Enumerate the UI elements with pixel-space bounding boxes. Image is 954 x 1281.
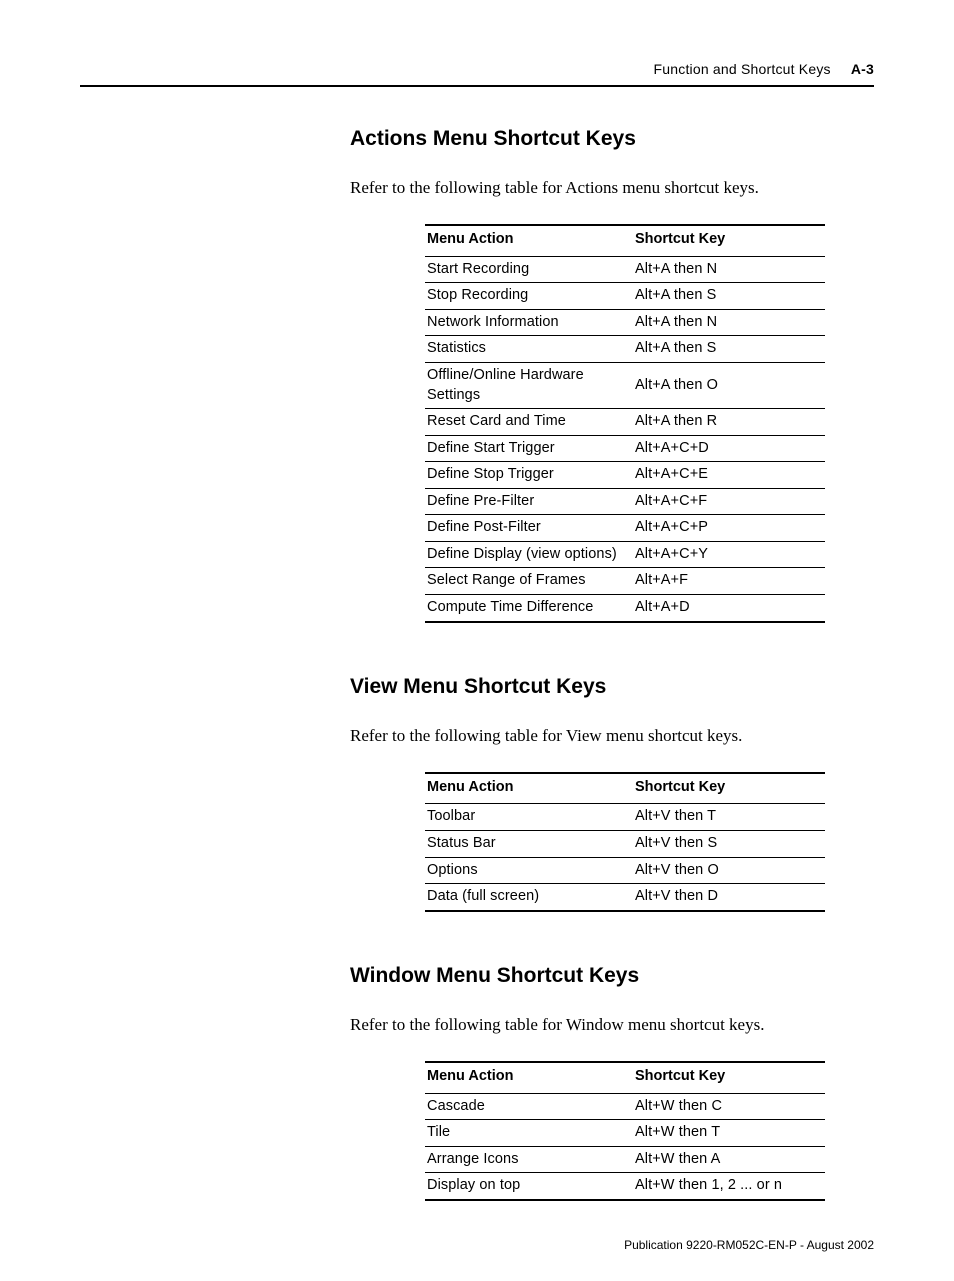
table-header-row: Menu ActionShortcut Key	[425, 1062, 825, 1093]
table-row: Status BarAlt+V then S	[425, 831, 825, 858]
shortcut-table: Menu ActionShortcut KeyToolbarAlt+V then…	[425, 772, 825, 912]
table-cell-action: Status Bar	[425, 831, 633, 858]
running-header: Function and Shortcut Keys A-3	[80, 60, 874, 79]
table-header-row: Menu ActionShortcut Key	[425, 225, 825, 256]
shortcut-table: Menu ActionShortcut KeyCascadeAlt+W then…	[425, 1061, 825, 1201]
table-row: TileAlt+W then T	[425, 1120, 825, 1147]
table-row: Select Range of FramesAlt+A+F	[425, 568, 825, 595]
table-cell-action: Define Post-Filter	[425, 515, 633, 542]
table-row: ToolbarAlt+V then T	[425, 804, 825, 831]
table-row: OptionsAlt+V then O	[425, 857, 825, 884]
running-header-title: Function and Shortcut Keys	[654, 61, 831, 77]
table-cell-shortcut: Alt+V then D	[633, 884, 825, 911]
table-cell-action: Define Pre-Filter	[425, 488, 633, 515]
table-row: Define Stop TriggerAlt+A+C+E	[425, 462, 825, 489]
table-cell-shortcut: Alt+A then R	[633, 409, 825, 436]
table-cell-shortcut: Alt+A then N	[633, 309, 825, 336]
table-cell-shortcut: Alt+A+C+E	[633, 462, 825, 489]
table-cell-action: Data (full screen)	[425, 884, 633, 911]
table-header-row: Menu ActionShortcut Key	[425, 773, 825, 804]
section-intro: Refer to the following table for View me…	[80, 725, 874, 748]
section-heading: View Menu Shortcut Keys	[80, 673, 874, 701]
page-footer: Publication 9220-RM052C-EN-P - August 20…	[624, 1237, 874, 1253]
sections: Actions Menu Shortcut Keys Refer to the f…	[80, 125, 874, 1201]
table-row: Data (full screen)Alt+V then D	[425, 884, 825, 911]
table-cell-action: Compute Time Difference	[425, 595, 633, 622]
shortcut-table: Menu ActionShortcut KeyStart RecordingAl…	[425, 224, 825, 622]
table-row: Network InformationAlt+A then N	[425, 309, 825, 336]
section-intro: Refer to the following table for Window …	[80, 1014, 874, 1037]
table-cell-shortcut: Alt+W then A	[633, 1146, 825, 1173]
table-row: Define Pre-FilterAlt+A+C+F	[425, 488, 825, 515]
table-header-shortcut: Shortcut Key	[633, 225, 825, 256]
table-header-action: Menu Action	[425, 1062, 633, 1093]
table-cell-shortcut: Alt+W then 1, 2 ... or n	[633, 1173, 825, 1200]
table-cell-action: Stop Recording	[425, 283, 633, 310]
table-row: Display on topAlt+W then 1, 2 ... or n	[425, 1173, 825, 1200]
table-header-shortcut: Shortcut Key	[633, 773, 825, 804]
table-cell-shortcut: Alt+W then C	[633, 1093, 825, 1120]
publication-info: Publication 9220-RM052C-EN-P - August 20…	[624, 1238, 874, 1252]
table-cell-shortcut: Alt+A then O	[633, 362, 825, 408]
table-row: Offline/Online Hardware SettingsAlt+A th…	[425, 362, 825, 408]
section-intro: Refer to the following table for Actions…	[80, 177, 874, 200]
table-cell-action: Arrange Icons	[425, 1146, 633, 1173]
table-cell-action: Offline/Online Hardware Settings	[425, 362, 633, 408]
table-cell-shortcut: Alt+A+C+Y	[633, 541, 825, 568]
table-cell-shortcut: Alt+W then T	[633, 1120, 825, 1147]
table-cell-action: Toolbar	[425, 804, 633, 831]
table-row: Define Display (view options)Alt+A+C+Y	[425, 541, 825, 568]
table-cell-shortcut: Alt+A then S	[633, 336, 825, 363]
section-heading: Actions Menu Shortcut Keys	[80, 125, 874, 153]
table-cell-action: Options	[425, 857, 633, 884]
running-header-page-number: A-3	[851, 61, 874, 77]
table-cell-action: Define Start Trigger	[425, 435, 633, 462]
table-cell-action: Reset Card and Time	[425, 409, 633, 436]
table-cell-action: Tile	[425, 1120, 633, 1147]
table-cell-shortcut: Alt+A+F	[633, 568, 825, 595]
table-row: Arrange IconsAlt+W then A	[425, 1146, 825, 1173]
table-row: CascadeAlt+W then C	[425, 1093, 825, 1120]
table-cell-action: Define Display (view options)	[425, 541, 633, 568]
table-cell-shortcut: Alt+A+C+F	[633, 488, 825, 515]
table-cell-action: Statistics	[425, 336, 633, 363]
table-cell-action: Cascade	[425, 1093, 633, 1120]
table-row: Start RecordingAlt+A then N	[425, 256, 825, 283]
table-row: StatisticsAlt+A then S	[425, 336, 825, 363]
table-row: Define Post-FilterAlt+A+C+P	[425, 515, 825, 542]
table-cell-shortcut: Alt+A then S	[633, 283, 825, 310]
table-header-shortcut: Shortcut Key	[633, 1062, 825, 1093]
document-page: Function and Shortcut Keys A-3 Actions M…	[0, 0, 954, 1281]
table-cell-action: Define Stop Trigger	[425, 462, 633, 489]
table-cell-shortcut: Alt+A+C+D	[633, 435, 825, 462]
table-cell-action: Select Range of Frames	[425, 568, 633, 595]
table-row: Reset Card and TimeAlt+A then R	[425, 409, 825, 436]
table-cell-shortcut: Alt+A+C+P	[633, 515, 825, 542]
table-header-action: Menu Action	[425, 773, 633, 804]
table-row: Compute Time DifferenceAlt+A+D	[425, 595, 825, 622]
table-cell-shortcut: Alt+A+D	[633, 595, 825, 622]
table-cell-shortcut: Alt+A then N	[633, 256, 825, 283]
table-cell-action: Network Information	[425, 309, 633, 336]
table-row: Define Start TriggerAlt+A+C+D	[425, 435, 825, 462]
section-heading: Window Menu Shortcut Keys	[80, 962, 874, 990]
header-rule	[80, 85, 874, 87]
table-header-action: Menu Action	[425, 225, 633, 256]
table-cell-shortcut: Alt+V then T	[633, 804, 825, 831]
table-cell-shortcut: Alt+V then S	[633, 831, 825, 858]
table-row: Stop RecordingAlt+A then S	[425, 283, 825, 310]
table-cell-action: Display on top	[425, 1173, 633, 1200]
table-cell-action: Start Recording	[425, 256, 633, 283]
table-cell-shortcut: Alt+V then O	[633, 857, 825, 884]
